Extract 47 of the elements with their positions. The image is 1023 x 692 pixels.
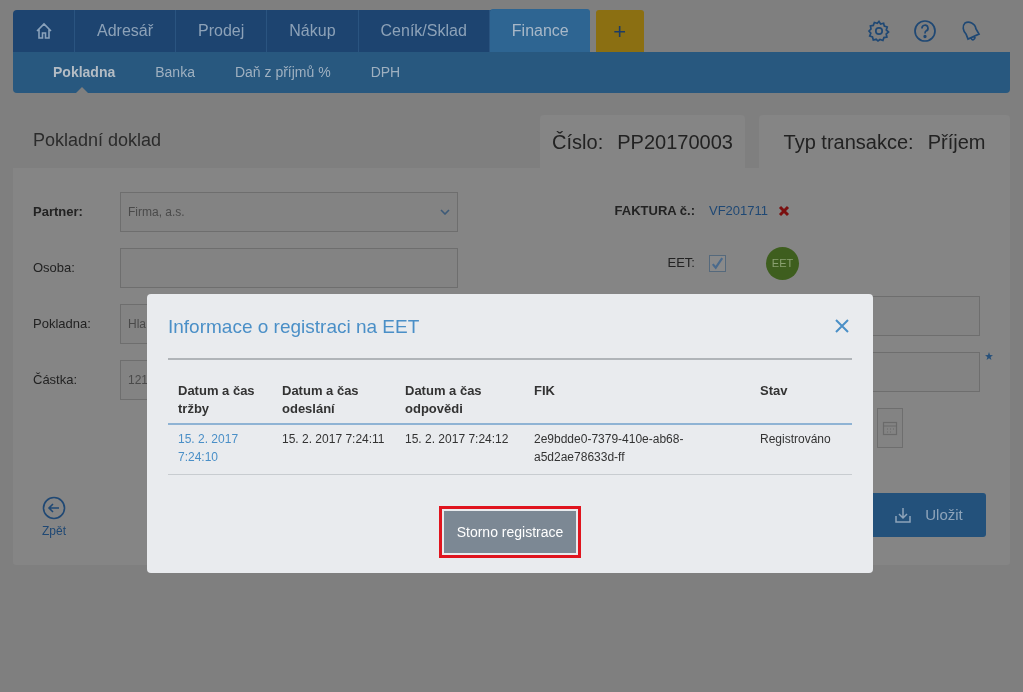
subnav-tab[interactable]: Daň z příjmů % [214, 52, 351, 93]
page-title: Pokladní doklad [32, 129, 163, 152]
settings-icon[interactable] [867, 19, 891, 43]
subnav-tab[interactable]: Banka [135, 52, 215, 93]
download-icon [893, 505, 914, 525]
table-cell: Registrováno [750, 424, 852, 475]
column-header: Datum a čas odpovědi [395, 382, 524, 424]
nav-tab[interactable]: Finance [489, 9, 590, 52]
eet-checkbox[interactable] [709, 254, 726, 272]
save-button[interactable]: Uložit [870, 493, 986, 537]
column-header: FIK [524, 382, 750, 424]
calendar-icon [882, 420, 898, 436]
back-icon[interactable] [42, 496, 66, 520]
field-label: Partner: [33, 203, 84, 222]
chevron-down-icon [440, 209, 450, 215]
add-button[interactable]: + [595, 10, 644, 52]
help-icon[interactable] [913, 19, 937, 43]
back-link[interactable]: Zpět [42, 522, 66, 540]
subnav-tab[interactable]: Pokladna [33, 52, 136, 93]
partner-select[interactable]: Firma, a.s. [120, 192, 458, 232]
table-cell: 15. 2. 2017 7:24:12 [395, 424, 524, 475]
storno-button[interactable]: Storno registrace [441, 509, 579, 555]
table-cell: 2e9bdde0-7379-410e-ab68-a5d2ae78633d-ff [524, 424, 750, 475]
table-link[interactable]: 15. 2. 2017 7:24:10 [168, 424, 272, 475]
invoice-label: FAKTURA č.: [613, 202, 695, 221]
bell-icon[interactable] [959, 19, 983, 43]
modal-title: Informace o registraci na EET [168, 314, 420, 339]
close-icon[interactable] [835, 319, 849, 333]
required-icon [985, 352, 993, 360]
column-header: Stav [750, 382, 852, 424]
number-value: PP20170003 [617, 129, 733, 155]
table-cell: 15. 2. 2017 7:24:11 [272, 424, 395, 475]
remove-icon[interactable] [778, 205, 791, 217]
transaction-type-label: Typ transakce: [783, 129, 914, 155]
field-label: Pokladna: [33, 315, 92, 334]
eet-label: EET: [666, 254, 695, 273]
transaction-type-value: Příjem [927, 129, 986, 155]
subnav-tab[interactable]: DPH [350, 52, 421, 93]
number-label: Číslo: [552, 129, 604, 155]
invoice-link[interactable]: VF201711 [709, 201, 769, 221]
field-label: Částka: [33, 371, 79, 390]
date-picker-button[interactable] [877, 408, 903, 448]
field-label: Osoba: [33, 259, 76, 278]
column-header: Datum a čas odeslání [272, 382, 395, 424]
eet-badge[interactable]: EET [766, 246, 799, 280]
column-header: Datum a čas tržby [168, 382, 272, 424]
check-icon [711, 256, 724, 270]
